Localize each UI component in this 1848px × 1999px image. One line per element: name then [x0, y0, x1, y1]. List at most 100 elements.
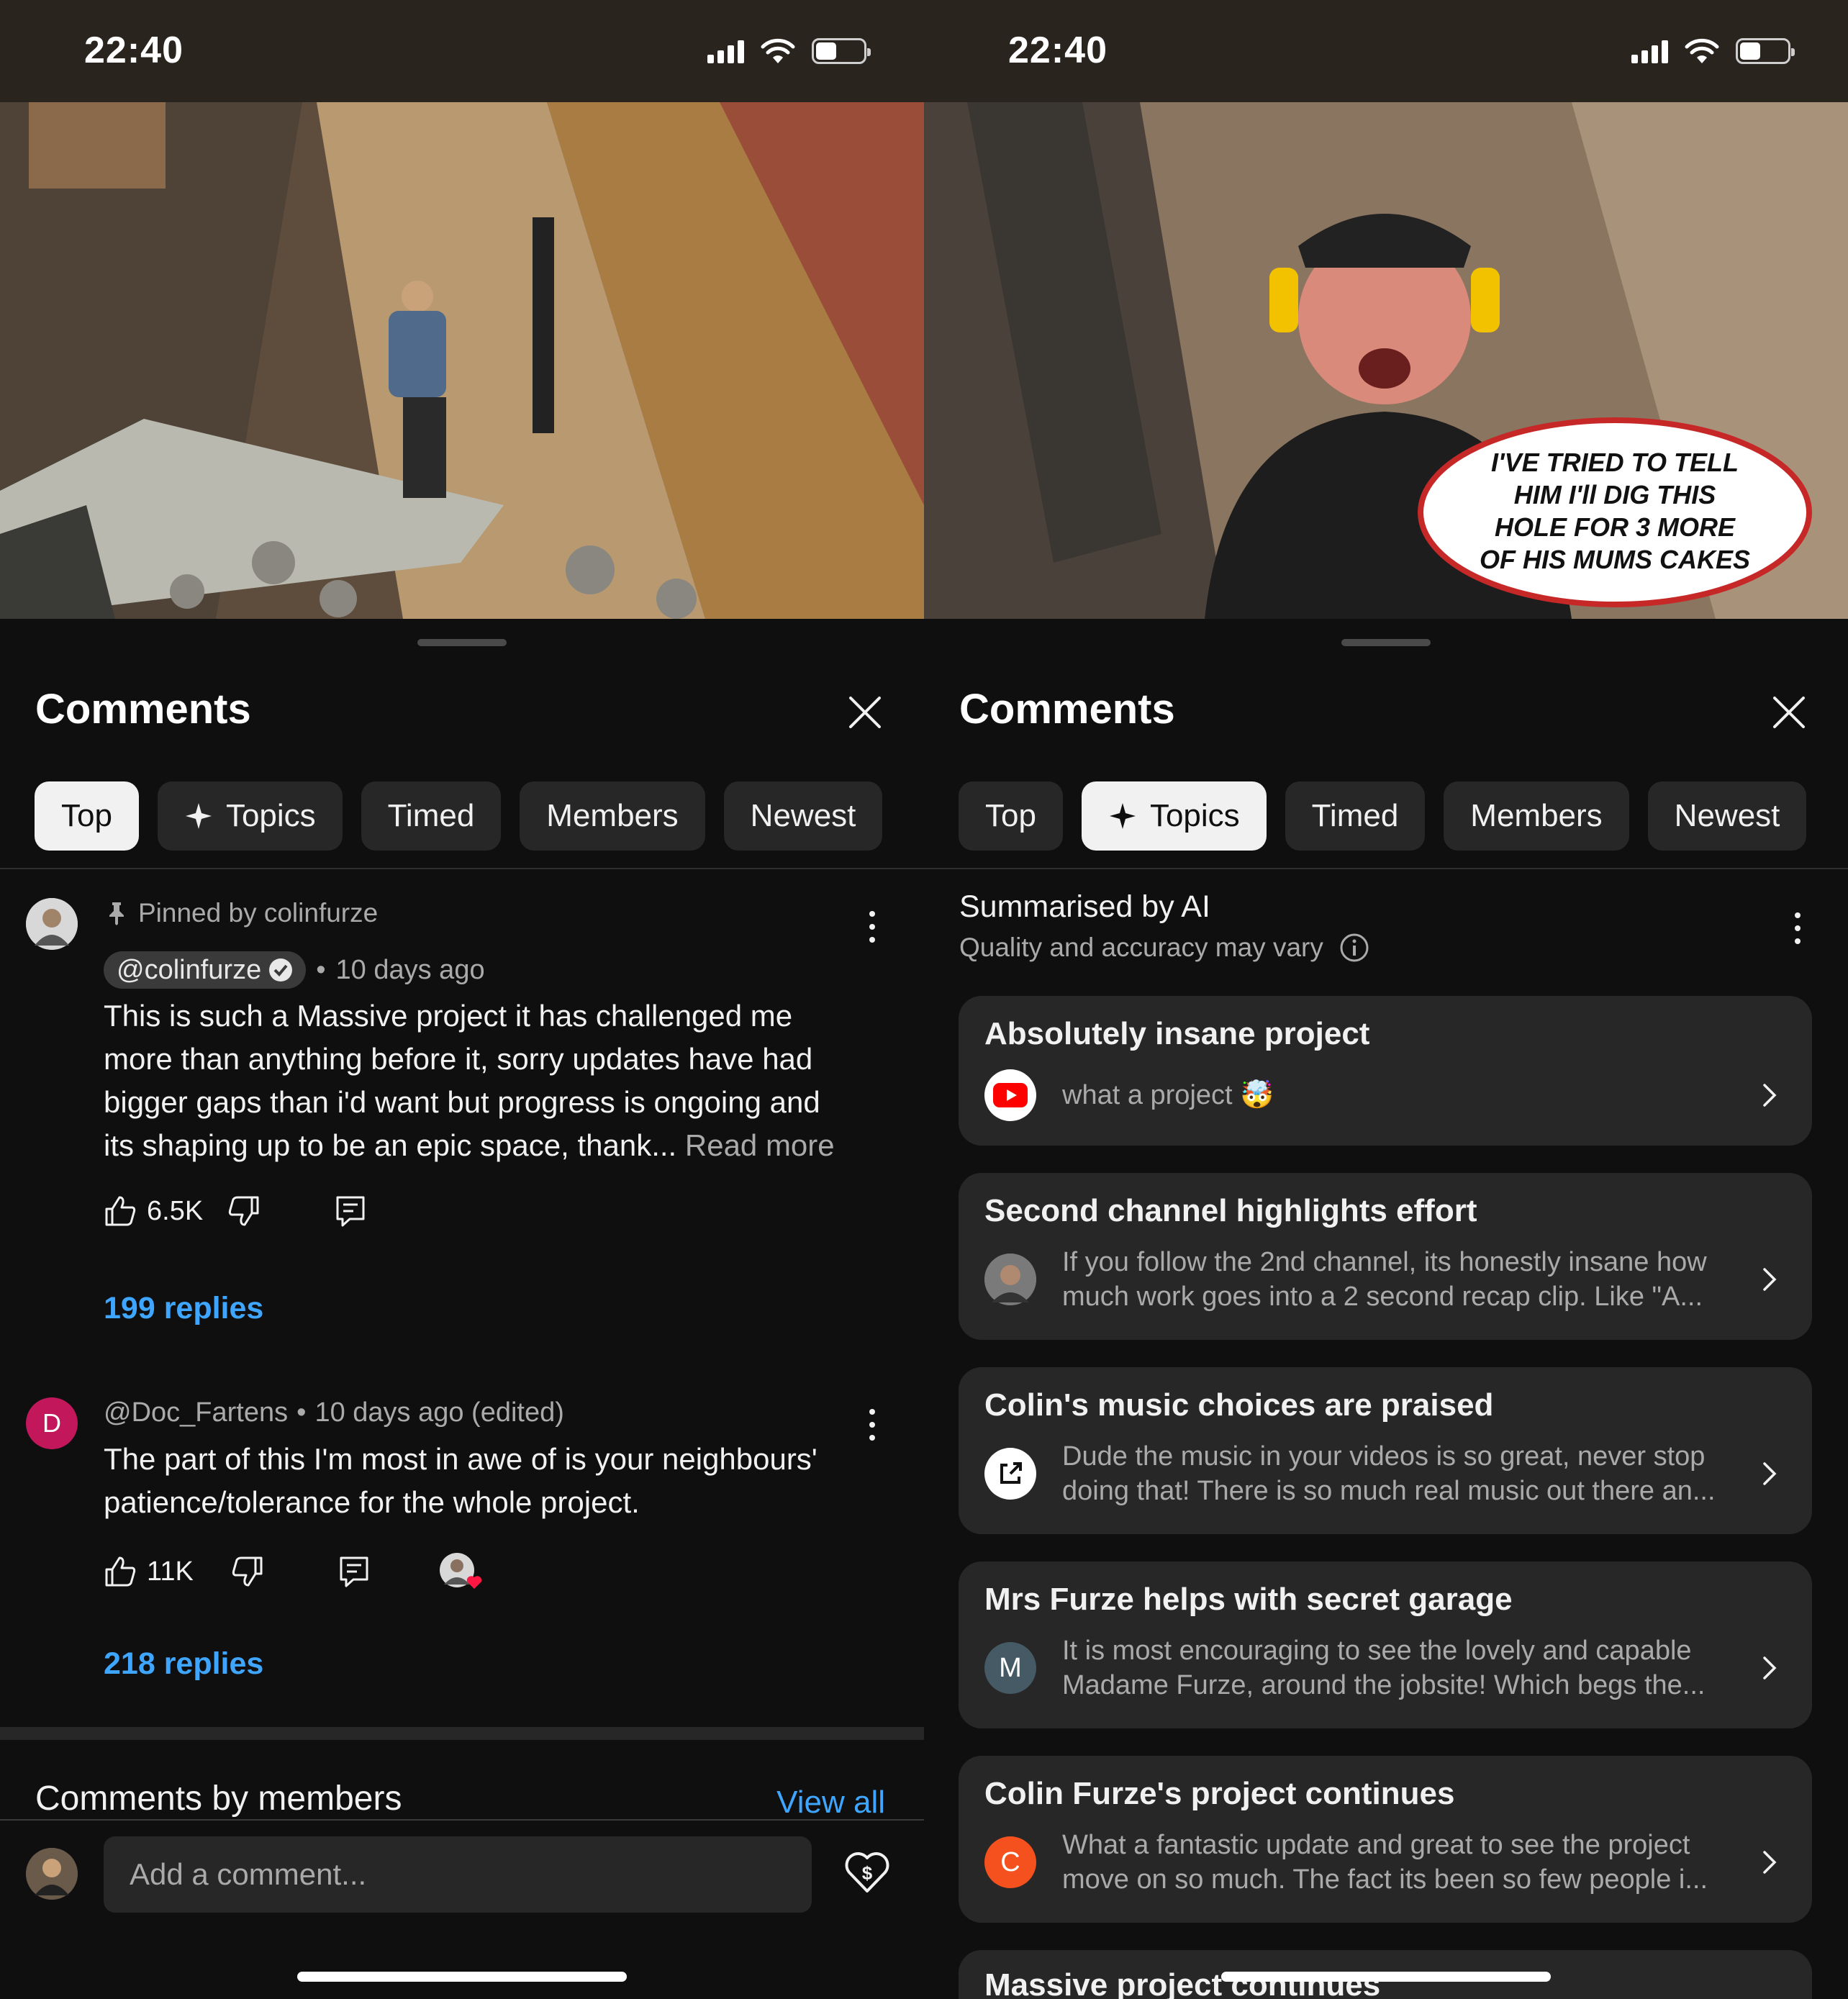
video-player[interactable]: I'VE TRIED TO TELL HIM I'll DIG THIS HOL… — [924, 102, 1848, 619]
dislike-icon[interactable] — [231, 1555, 264, 1588]
topic-title: Second channel highlights effort — [984, 1193, 1477, 1228]
author-handle[interactable]: @colinfurze — [104, 951, 307, 989]
super-thanks-icon[interactable]: $ — [843, 1848, 891, 1895]
reply-icon[interactable] — [339, 1556, 369, 1587]
creator-heart-icon — [439, 1553, 482, 1589]
topic-excerpt: what a project 🤯 — [1062, 1080, 1274, 1110]
comment-actions: 6.5K — [104, 1195, 366, 1228]
view-all-link[interactable]: View all — [776, 1785, 885, 1821]
chip-top[interactable]: Top — [959, 781, 1063, 851]
chip-top[interactable]: Top — [35, 781, 139, 851]
avatar[interactable]: D — [26, 1397, 78, 1449]
dislike-icon[interactable] — [227, 1195, 261, 1228]
members-section-title: Comments by members — [35, 1780, 402, 1818]
chip-members[interactable]: Members — [520, 781, 705, 851]
left-screen: 22:40 Comments Top Topics Timed Members … — [0, 0, 924, 1999]
avatar[interactable] — [26, 898, 78, 950]
chevron-right-icon — [1763, 1462, 1777, 1485]
sheet-drag-handle[interactable] — [1341, 639, 1431, 646]
chevron-right-icon — [1763, 1268, 1777, 1291]
like-count: 11K — [147, 1556, 194, 1587]
comment-filter-chips: Top Topics Timed Members Newest — [959, 781, 1807, 851]
wifi-icon — [1685, 38, 1719, 63]
battery-icon — [1736, 38, 1795, 64]
video-frame-image — [0, 102, 924, 619]
like-icon[interactable] — [104, 1195, 137, 1228]
letter-avatar: M — [984, 1642, 1036, 1694]
chip-members[interactable]: Members — [1444, 781, 1629, 851]
divider — [0, 1819, 924, 1821]
status-icons — [707, 37, 871, 65]
chevron-right-icon — [1763, 1084, 1777, 1107]
like-icon[interactable] — [104, 1555, 137, 1588]
comment-actions: 11K — [104, 1551, 483, 1592]
view-replies-link[interactable]: 218 replies — [104, 1646, 263, 1682]
info-icon[interactable] — [1339, 933, 1369, 963]
topic-title: Colin Furze's project continues — [984, 1776, 1455, 1811]
view-replies-link[interactable]: 199 replies — [104, 1291, 263, 1326]
topic-title: Mrs Furze helps with secret garage — [984, 1582, 1513, 1617]
topic-card[interactable]: Colin's music choices are praised Dude t… — [959, 1367, 1812, 1534]
comments-title: Comments — [35, 686, 251, 733]
video-caption-bubble: I'VE TRIED TO TELL HIM I'll DIG THIS HOL… — [1479, 448, 1750, 574]
close-icon[interactable] — [1767, 691, 1811, 734]
chevron-right-icon — [1763, 1851, 1777, 1874]
author-handle[interactable]: @Doc_Fartens — [104, 1397, 288, 1428]
comment-body: This is such a Massive project it has ch… — [104, 999, 835, 1162]
chip-timed[interactable]: Timed — [361, 781, 502, 851]
more-options-icon[interactable] — [868, 1409, 877, 1441]
video-player[interactable] — [0, 102, 924, 619]
more-options-icon[interactable] — [1793, 912, 1802, 944]
user-photo-avatar — [26, 898, 78, 950]
comment-meta: @colinfurze • 10 days ago — [104, 951, 485, 989]
topic-title: Colin's music choices are praised — [984, 1387, 1494, 1423]
topic-card[interactable]: Mrs Furze helps with secret garage M It … — [959, 1561, 1812, 1728]
topic-card[interactable]: Second channel highlights effort If you … — [959, 1173, 1812, 1340]
sparkle-icon — [1109, 803, 1136, 829]
svg-text:$: $ — [862, 1862, 873, 1884]
sparkle-icon — [185, 803, 212, 829]
sheet-drag-handle[interactable] — [417, 639, 507, 646]
home-indicator[interactable] — [297, 1972, 627, 1982]
add-comment-input[interactable]: Add a comment... — [104, 1836, 812, 1913]
chip-topics[interactable]: Topics — [1081, 781, 1267, 851]
chip-newest[interactable]: Newest — [1647, 781, 1807, 851]
topic-excerpt: If you follow the 2nd channel, its hones… — [1062, 1247, 1707, 1312]
topic-excerpt: What a fantastic update and great to see… — [1062, 1830, 1708, 1895]
chip-timed[interactable]: Timed — [1285, 781, 1426, 851]
close-icon[interactable] — [843, 691, 887, 734]
reply-icon[interactable] — [335, 1195, 366, 1227]
topic-excerpt: It is most encouraging to see the lovely… — [1062, 1636, 1706, 1700]
divider — [924, 868, 1848, 869]
topic-excerpt: Dude the music in your videos is so grea… — [1062, 1441, 1716, 1506]
read-more-link[interactable]: Read more — [685, 1128, 835, 1162]
battery-icon — [812, 38, 871, 64]
comment-body: The part of this I'm most in awe of is y… — [104, 1442, 817, 1519]
youtube-icon — [984, 1069, 1036, 1121]
chip-newest[interactable]: Newest — [723, 781, 883, 851]
comment-age: 10 days ago (edited) — [314, 1397, 564, 1428]
pinned-label: Pinned by colinfurze — [107, 898, 378, 928]
chip-topics[interactable]: Topics — [157, 781, 343, 851]
pin-icon — [109, 902, 124, 925]
topic-card[interactable]: Absolutely insane project what a project… — [959, 996, 1812, 1146]
cellular-signal-icon — [707, 39, 744, 63]
more-options-icon[interactable] — [868, 911, 877, 943]
right-screen: 22:40 I'VE TRIED TO TELL HIM I'll DIG TH… — [924, 0, 1848, 1999]
user-photo-avatar — [984, 1254, 1036, 1305]
ai-disclaimer: Quality and accuracy may vary — [959, 933, 1369, 963]
status-time: 22:40 — [84, 30, 184, 71]
home-indicator[interactable] — [1221, 1972, 1551, 1982]
chevron-right-icon — [1763, 1656, 1777, 1680]
divider — [0, 868, 924, 869]
comment-meta: @Doc_Fartens • 10 days ago (edited) — [104, 1397, 564, 1428]
status-icons — [1631, 37, 1795, 65]
letter-avatar: C — [984, 1836, 1036, 1888]
like-count: 6.5K — [147, 1195, 204, 1226]
topic-card[interactable]: Colin Furze's project continues C What a… — [959, 1756, 1812, 1923]
comments-title: Comments — [959, 686, 1175, 733]
comment-filter-chips: Top Topics Timed Members Newest — [35, 781, 883, 851]
status-bar: 22:40 — [924, 0, 1848, 102]
status-bar: 22:40 — [0, 0, 924, 102]
comment-age: 10 days ago — [335, 954, 485, 985]
